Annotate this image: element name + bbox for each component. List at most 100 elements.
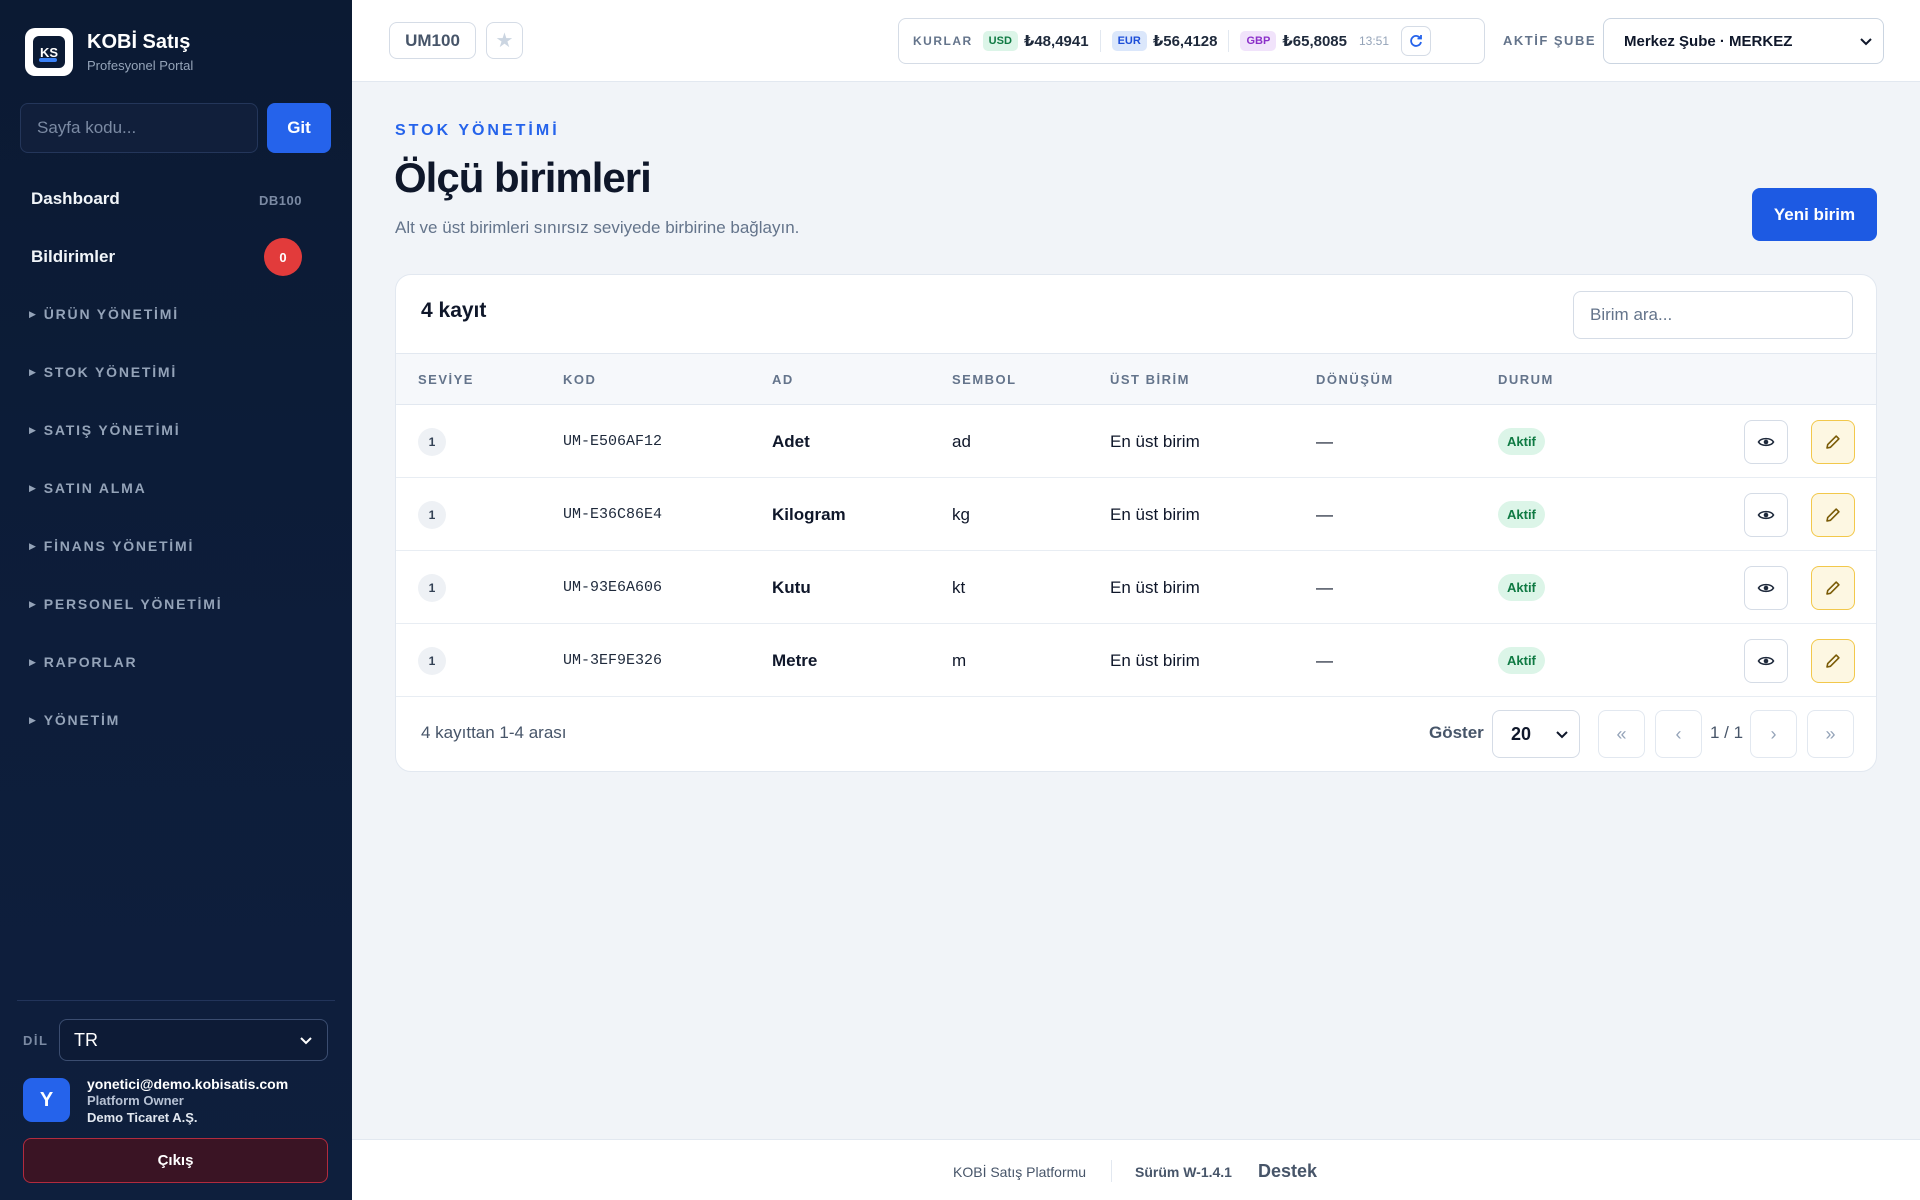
view-button[interactable] — [1744, 420, 1788, 464]
unit-search-input[interactable] — [1573, 291, 1853, 339]
language-select[interactable]: TR — [59, 1019, 328, 1061]
sidebar-group-product[interactable]: ▶ ÜRÜN YÖNETİMİ — [29, 306, 179, 322]
user-email: yonetici@demo.kobisatis.com — [87, 1076, 289, 1092]
page-info: 1 / 1 — [1710, 723, 1744, 742]
level-badge: 1 — [418, 427, 446, 456]
logout-button[interactable]: Çıkış — [23, 1138, 328, 1183]
chevron-down-icon — [300, 1037, 312, 1045]
sidebar-divider — [17, 1000, 335, 1001]
sidebar-group-reports[interactable]: ▶ RAPORLAR — [29, 654, 137, 670]
conversion: — — [1316, 577, 1333, 597]
sidebar-group-purchasing[interactable]: ▶ SATIN ALMA — [29, 480, 147, 496]
parent-unit: En üst birim — [1110, 577, 1200, 597]
pencil-icon — [1826, 581, 1840, 595]
page-size-select[interactable]: 20 — [1492, 710, 1580, 758]
page-footer: KOBİ Satış Platformu Sürüm W-1.4.1 Deste… — [352, 1139, 1920, 1200]
next-page-button[interactable]: › — [1750, 710, 1797, 758]
eye-icon — [1757, 656, 1775, 666]
sidebar-group-finance[interactable]: ▶ FİNANS YÖNETİMİ — [29, 538, 194, 554]
platform-name: KOBİ Satış Platformu — [953, 1164, 1087, 1180]
prev-page-button[interactable]: ‹ — [1655, 710, 1702, 758]
page-code-input[interactable] — [20, 103, 258, 153]
exchange-rates: KURLAR USD ₺48,4941 EUR ₺56,4128 GBP ₺65… — [898, 18, 1485, 64]
unit-code: UM-E36C86E4 — [563, 506, 663, 523]
column-header[interactable]: DURUM — [1498, 372, 1554, 387]
refresh-button[interactable] — [1401, 26, 1432, 56]
record-count: 4 kayıt — [421, 299, 487, 322]
version-label: Sürüm W-1.4.1 — [1135, 1164, 1232, 1180]
view-button[interactable] — [1744, 493, 1788, 537]
brand-subtitle: Profesyonel Portal — [87, 58, 194, 73]
chevron-down-icon — [1556, 731, 1568, 739]
sidebar-group-personnel[interactable]: ▶ PERSONEL YÖNETİMİ — [29, 596, 222, 612]
page-size-value: 20 — [1511, 723, 1532, 744]
level-badge: 1 — [418, 500, 446, 529]
pencil-icon — [1826, 435, 1840, 449]
table-row[interactable]: 1 UM-E506AF12 Adet ad En üst birim — Akt… — [396, 405, 1876, 478]
edit-button[interactable] — [1811, 493, 1855, 537]
eye-icon — [1757, 583, 1775, 593]
conversion: — — [1316, 504, 1333, 524]
page-subtitle: Alt ve üst birimleri sınırsız seviyede b… — [395, 218, 800, 237]
currency-value: ₺48,4941 — [1023, 33, 1089, 50]
last-page-button[interactable]: » — [1807, 710, 1854, 758]
unit-name: Adet — [772, 431, 810, 451]
rate-eur: EUR ₺56,4128 — [1111, 31, 1217, 51]
column-header[interactable]: ÜST BİRİM — [1110, 372, 1190, 387]
chevron-down-icon — [1860, 38, 1872, 46]
column-header[interactable]: SEVİYE — [418, 372, 474, 387]
dashboard-code: DB100 — [259, 193, 302, 208]
column-header[interactable]: KOD — [563, 372, 596, 387]
view-button[interactable] — [1744, 566, 1788, 610]
sidebar-item-notifications[interactable]: Bildirimler — [31, 247, 115, 267]
unit-code: UM-93E6A606 — [563, 579, 663, 596]
eye-icon — [1757, 510, 1775, 520]
unit-name: Metre — [772, 650, 818, 670]
table-row[interactable]: 1 UM-E36C86E4 Kilogram kg En üst birim —… — [396, 478, 1876, 551]
unit-name: Kutu — [772, 577, 811, 597]
first-page-button[interactable]: « — [1598, 710, 1645, 758]
caret-right-icon: ▶ — [29, 714, 38, 725]
column-header[interactable]: AD — [772, 372, 794, 387]
support-link[interactable]: Destek — [1258, 1161, 1317, 1182]
edit-button[interactable] — [1811, 420, 1855, 464]
unit-symbol: ad — [952, 431, 971, 451]
table-footer: 4 kayıttan 1-4 arası Göster 20 « ‹ 1 / 1… — [396, 695, 1876, 771]
user-company: Demo Ticaret A.Ş. — [87, 1110, 198, 1125]
column-header[interactable]: DÖNÜŞÜM — [1316, 372, 1394, 387]
sidebar: KS KOBİ Satış Profesyonel Portal Git Das… — [0, 0, 352, 1200]
caret-right-icon: ▶ — [29, 308, 38, 319]
topbar: UM100 ★ KURLAR USD ₺48,4941 EUR ₺56,4128… — [352, 0, 1920, 82]
notifications-count-badge: 0 — [264, 238, 302, 276]
unit-code: UM-E506AF12 — [563, 433, 663, 450]
table-row[interactable]: 1 UM-93E6A606 Kutu kt En üst birim — Akt… — [396, 551, 1876, 624]
unit-name: Kilogram — [772, 504, 846, 524]
edit-button[interactable] — [1811, 639, 1855, 683]
divider — [1099, 30, 1101, 52]
brand-title: KOBİ Satış — [87, 31, 191, 53]
edit-button[interactable] — [1811, 566, 1855, 610]
sidebar-group-stock[interactable]: ▶ STOK YÖNETİMİ — [29, 364, 177, 380]
branch-value: Merkez Şube · MERKEZ — [1624, 32, 1793, 50]
caret-right-icon: ▶ — [29, 540, 38, 551]
brand[interactable]: KS KOBİ Satış Profesyonel Portal — [25, 28, 193, 76]
branch-select[interactable]: Merkez Şube · MERKEZ — [1603, 18, 1884, 64]
column-header[interactable]: SEMBOL — [952, 372, 1017, 387]
sidebar-group-sales[interactable]: ▶ SATIŞ YÖNETİMİ — [29, 422, 180, 438]
record-range: 4 kayıttan 1-4 arası — [421, 723, 567, 742]
unit-symbol: kt — [952, 577, 966, 597]
unit-symbol: kg — [952, 504, 970, 524]
section-eyebrow: STOK YÖNETİMİ — [395, 122, 560, 139]
table-row[interactable]: 1 UM-3EF9E326 Metre m En üst birim — Akt… — [396, 624, 1876, 697]
sidebar-item-dashboard[interactable]: Dashboard — [31, 189, 120, 209]
language-value: TR — [74, 1029, 98, 1050]
unit-code: UM-3EF9E326 — [563, 652, 663, 669]
conversion: — — [1316, 650, 1333, 670]
go-button[interactable]: Git — [267, 103, 331, 153]
conversion: — — [1316, 431, 1333, 451]
sidebar-group-admin[interactable]: ▶ YÖNETİM — [29, 712, 120, 728]
favorite-star-icon[interactable]: ★ — [486, 22, 523, 59]
new-unit-button[interactable]: Yeni birim — [1752, 188, 1877, 241]
view-button[interactable] — [1744, 639, 1788, 683]
level-badge: 1 — [418, 646, 446, 675]
